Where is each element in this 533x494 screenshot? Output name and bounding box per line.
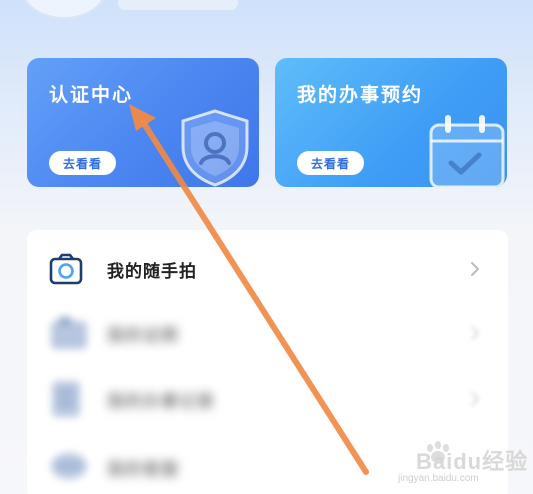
watermark-url: jingyan.baidu.com bbox=[398, 473, 479, 484]
avatar[interactable] bbox=[20, 0, 108, 20]
user-name-placeholder bbox=[118, 0, 238, 10]
list-item-label: 我的随手拍 bbox=[107, 261, 197, 282]
auth-center-card[interactable]: 认证中心 去看看 bbox=[27, 58, 259, 187]
auth-center-title: 认证中心 bbox=[49, 84, 134, 106]
camera-icon bbox=[49, 253, 83, 285]
chevron-right-icon bbox=[471, 262, 479, 276]
folder-icon bbox=[51, 317, 87, 349]
list-item-label: 我的办事记录 bbox=[107, 391, 215, 412]
list-item-label: 我的证照 bbox=[107, 325, 179, 346]
list-item-certificates[interactable]: 我的证照 bbox=[27, 302, 508, 364]
watermark-brand: Baidu经验 bbox=[416, 449, 529, 474]
list-item-records[interactable]: 我的办事记录 bbox=[27, 368, 508, 430]
list-item-snapshot[interactable]: 我的随手拍 bbox=[27, 238, 508, 300]
chevron-right-icon bbox=[471, 326, 479, 340]
chevron-right-icon bbox=[471, 392, 479, 406]
chat-icon bbox=[51, 453, 87, 479]
calendar-check-icon bbox=[429, 115, 505, 187]
document-icon bbox=[52, 381, 80, 417]
appointment-title: 我的办事预约 bbox=[297, 84, 424, 106]
appointment-go-button[interactable]: 去看看 bbox=[297, 151, 364, 175]
appointment-card[interactable]: 我的办事预约 去看看 bbox=[275, 58, 507, 187]
list-item-label: 我的客服 bbox=[107, 459, 179, 480]
shield-user-icon bbox=[181, 109, 249, 187]
auth-center-go-button[interactable]: 去看看 bbox=[49, 151, 116, 175]
